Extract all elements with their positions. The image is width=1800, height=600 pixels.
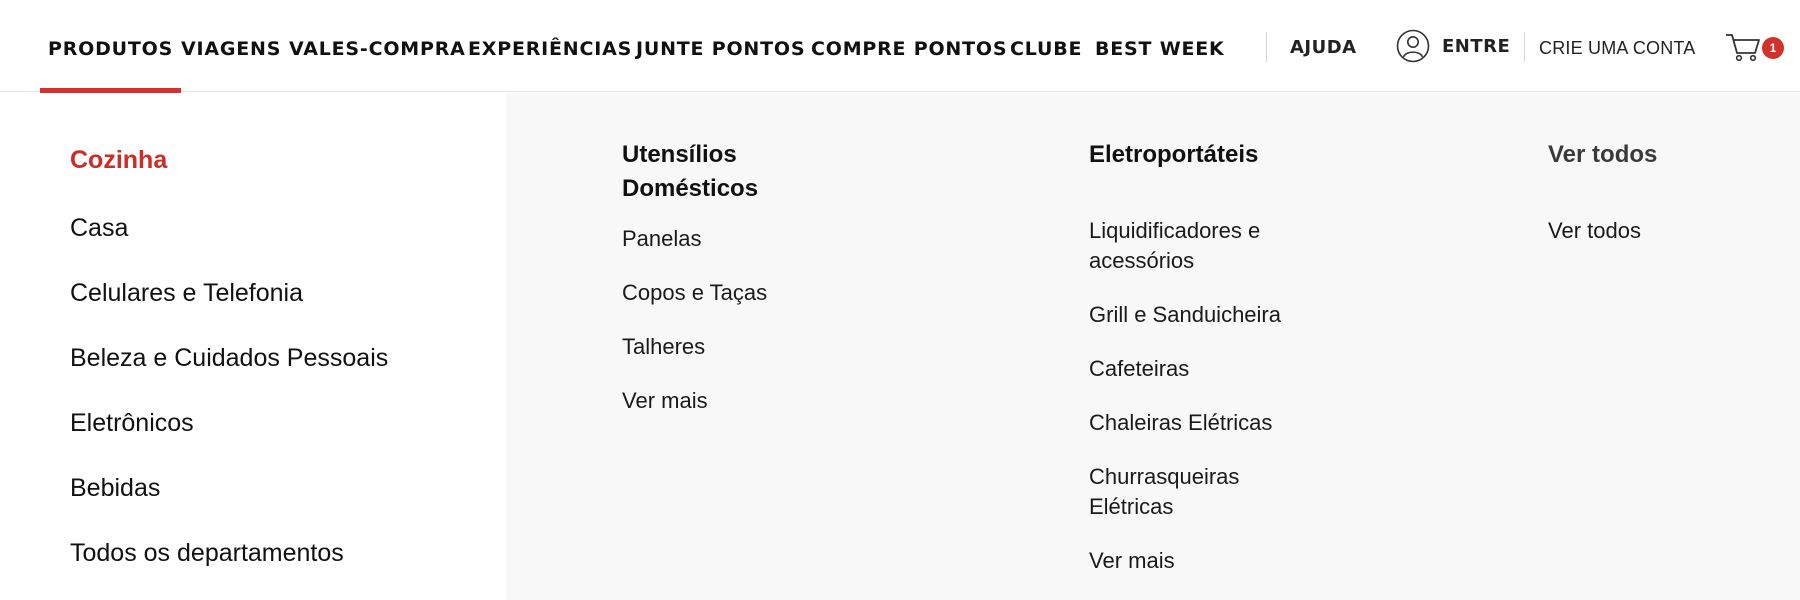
column-title[interactable]: Eletroportáteis bbox=[1089, 138, 1319, 172]
sublink[interactable]: Grill e Sanduicheira bbox=[1089, 300, 1281, 330]
sublink[interactable]: Liquidificadores e acessórios bbox=[1089, 216, 1319, 276]
login-label: ENTRE bbox=[1442, 35, 1511, 57]
shopping-cart-icon bbox=[1726, 34, 1760, 62]
nav-vales-compra[interactable]: VALES-COMPRA bbox=[289, 0, 466, 92]
category-casa[interactable]: Casa bbox=[70, 214, 128, 243]
nav-divider bbox=[1524, 32, 1525, 62]
category-cozinha[interactable]: Cozinha bbox=[70, 146, 167, 175]
sublink[interactable]: Ver todos bbox=[1548, 216, 1641, 246]
subcategory-panel: Utensílios Domésticos Panelas Copos e Ta… bbox=[506, 93, 1800, 600]
category-todos[interactable]: Todos os departamentos bbox=[70, 539, 344, 568]
sublink[interactable]: Cafeteiras bbox=[1089, 354, 1189, 384]
category-beleza[interactable]: Beleza e Cuidados Pessoais bbox=[70, 344, 388, 373]
category-bebidas[interactable]: Bebidas bbox=[70, 474, 160, 503]
login-button[interactable]: ENTRE bbox=[1396, 0, 1510, 92]
signup-link[interactable]: CRIE UMA CONTA bbox=[1539, 0, 1695, 92]
sublink[interactable]: Talheres bbox=[622, 332, 705, 362]
nav-junte-pontos[interactable]: JUNTE PONTOS bbox=[636, 0, 805, 92]
help-link[interactable]: AJUDA bbox=[1290, 0, 1357, 92]
category-list: Cozinha Casa Celulares e Telefonia Belez… bbox=[0, 93, 506, 600]
sublink[interactable]: Churrasqueiras Elétricas bbox=[1089, 462, 1269, 522]
sublink[interactable]: Copos e Taças bbox=[622, 278, 767, 308]
top-navigation: PRODUTOS VIAGENS VALES-COMPRA EXPERIÊNCI… bbox=[0, 0, 1800, 93]
sublink[interactable]: Chaleiras Elétricas bbox=[1089, 408, 1272, 438]
cart-button[interactable]: 1 bbox=[1724, 30, 1784, 64]
column-title[interactable]: Utensílios Domésticos bbox=[622, 138, 822, 206]
category-eletronicos[interactable]: Eletrônicos bbox=[70, 409, 194, 438]
subcategory-column-ver-todos: Ver todos Ver todos bbox=[1548, 138, 1748, 243]
nav-divider bbox=[1266, 32, 1267, 62]
subcategory-column-eletroportateis: Eletroportáteis Liquidificadores e acess… bbox=[1089, 138, 1319, 573]
nav-produtos[interactable]: PRODUTOS bbox=[39, 0, 182, 93]
sublink[interactable]: Ver mais bbox=[622, 386, 708, 416]
nav-experiencias[interactable]: EXPERIÊNCIAS bbox=[468, 0, 632, 92]
nav-best-week[interactable]: BEST WEEK bbox=[1095, 0, 1225, 92]
cart-count-badge: 1 bbox=[1762, 37, 1784, 59]
user-circle-icon bbox=[1396, 29, 1430, 63]
category-celulares[interactable]: Celulares e Telefonia bbox=[70, 279, 303, 308]
sublink[interactable]: Ver mais bbox=[1089, 546, 1175, 576]
mega-menu: Cozinha Casa Celulares e Telefonia Belez… bbox=[0, 93, 1800, 600]
nav-compre-pontos[interactable]: COMPRE PONTOS bbox=[811, 0, 1007, 92]
nav-clube[interactable]: CLUBE bbox=[1010, 0, 1082, 92]
column-title[interactable]: Ver todos bbox=[1548, 138, 1748, 172]
sublink[interactable]: Panelas bbox=[622, 224, 702, 254]
nav-viagens[interactable]: VIAGENS bbox=[181, 0, 281, 92]
subcategory-column-utensilios: Utensílios Domésticos Panelas Copos e Ta… bbox=[622, 138, 822, 413]
